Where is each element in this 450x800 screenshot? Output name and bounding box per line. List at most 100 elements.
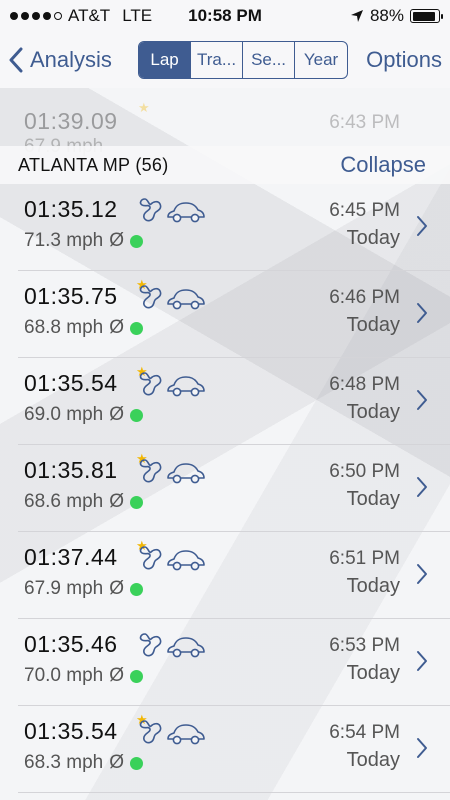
signal-strength-icon <box>10 12 62 20</box>
lap-icons: ★ <box>136 364 211 400</box>
status-time: 10:58 PM <box>188 6 262 25</box>
car-outline-icon <box>167 724 205 745</box>
lap-speed: 67.9 mph <box>24 578 104 599</box>
collapse-button[interactable]: Collapse <box>340 152 426 178</box>
segment-lap[interactable]: Lap <box>139 42 192 78</box>
lap-time: 01:35.75 <box>24 283 118 309</box>
lap-row-5[interactable]: 01:37.44 ★ 67.9 mph Ø 6:51 PM Today <box>18 532 450 619</box>
lap-list: 01:35.12 ★ 71.3 mph Ø 6:45 PM Today 01:3… <box>0 184 450 793</box>
lap-speed-row: 70.0 mph Ø <box>24 665 144 687</box>
back-button[interactable]: Analysis <box>8 47 112 73</box>
average-symbol: Ø <box>109 230 125 251</box>
chevron-right-icon <box>417 738 427 758</box>
status-dot <box>130 582 144 596</box>
status-dot <box>130 756 144 770</box>
lap-icons: ★ <box>136 451 211 487</box>
chevron-right-icon <box>417 303 427 323</box>
segment-session[interactable]: Se... <box>243 42 296 78</box>
lap-date: Today <box>346 488 400 510</box>
battery-icon <box>410 9 443 23</box>
lap-speed: 71.3 mph <box>24 230 104 251</box>
track-outline-icon <box>139 285 162 309</box>
lap-time: 01:35.54 <box>24 718 118 744</box>
segment-year[interactable]: Year <box>295 42 347 78</box>
status-dot <box>130 669 144 683</box>
lap-icons: ★ <box>136 277 211 313</box>
track-outline-icon <box>139 459 162 483</box>
lap-icons: ★ <box>136 192 211 226</box>
lap-speed: 68.3 mph <box>24 752 104 773</box>
car-outline-icon <box>167 289 205 310</box>
lap-time: 01:35.12 <box>24 196 118 222</box>
status-dot <box>130 321 144 335</box>
lap-time: 01:37.44 <box>24 544 118 570</box>
lap-icons: ★ <box>136 712 211 748</box>
average-symbol: Ø <box>109 752 125 773</box>
options-button[interactable]: Options <box>366 47 442 73</box>
status-dot <box>130 408 144 422</box>
car-outline-icon <box>167 550 205 571</box>
car-outline-icon <box>167 202 205 223</box>
car-outline-icon <box>167 637 205 658</box>
lap-speed-row: 69.0 mph Ø <box>24 404 144 426</box>
lap-clock: 6:53 PM <box>329 635 400 656</box>
status-right: 88% <box>350 6 443 26</box>
back-label: Analysis <box>30 47 112 72</box>
lap-speed-row: 71.3 mph Ø <box>24 230 144 252</box>
lap-clock: 6:46 PM <box>329 287 400 308</box>
status-dot <box>130 495 144 509</box>
network-label: LTE <box>122 6 153 25</box>
lap-speed: 70.0 mph <box>24 665 104 686</box>
lap-row-2[interactable]: 01:35.75 ★ 68.8 mph Ø 6:46 PM Today <box>18 271 450 358</box>
track-outline-icon <box>139 720 162 744</box>
status-bar: AT&T LTE 10:58 PM 88% <box>0 0 450 32</box>
chevron-right-icon <box>417 477 427 497</box>
lap-speed-row: 67.9 mph Ø <box>24 578 144 600</box>
lap-speed: 69.0 mph <box>24 404 104 425</box>
average-symbol: Ø <box>109 404 125 425</box>
lap-date: Today <box>346 575 400 597</box>
segment-track[interactable]: Tra... <box>191 42 244 78</box>
car-outline-icon <box>167 463 205 484</box>
location-arrow-icon <box>350 10 363 22</box>
lap-clock: 6:54 PM <box>329 722 400 743</box>
track-outline-icon <box>139 198 162 222</box>
navigation-bar: Analysis Lap Tra... Se... Year Options <box>0 32 450 88</box>
carrier-label: AT&T <box>68 6 111 25</box>
lap-speed-row: 68.6 mph Ø <box>24 491 144 513</box>
lap-icons: ★ <box>136 627 211 661</box>
lap-speed: 68.6 mph <box>24 491 104 512</box>
partial-lap-time: 01:39.09 <box>24 108 118 134</box>
lap-clock: 6:48 PM <box>329 374 400 395</box>
lap-icons: ★ <box>136 538 211 574</box>
section-header: ATLANTA MP (56) Collapse <box>0 146 450 184</box>
lap-row-6[interactable]: 01:35.46 ★ 70.0 mph Ø 6:53 PM Today <box>18 619 450 706</box>
average-symbol: Ø <box>109 317 125 338</box>
battery-fill <box>412 11 435 21</box>
status-left: AT&T LTE <box>10 6 152 26</box>
chevron-right-icon <box>417 651 427 671</box>
lap-date: Today <box>346 662 400 684</box>
average-symbol: Ø <box>109 665 125 686</box>
section-title: ATLANTA MP (56) <box>18 154 169 175</box>
segmented-control: Lap Tra... Se... Year <box>138 41 349 79</box>
status-dot <box>130 234 144 248</box>
average-symbol: Ø <box>109 578 125 599</box>
star-icon: ★ <box>138 100 150 115</box>
lap-row-3[interactable]: 01:35.54 ★ 69.0 mph Ø 6:48 PM Today <box>18 358 450 445</box>
lap-speed-row: 68.3 mph Ø <box>24 752 144 774</box>
battery-percent: 88% <box>369 6 404 25</box>
chevron-right-icon <box>417 216 427 236</box>
lap-row-4[interactable]: 01:35.81 ★ 68.6 mph Ø 6:50 PM Today <box>18 445 450 532</box>
lap-date: Today <box>346 314 400 336</box>
lap-clock: 6:45 PM <box>329 200 400 221</box>
chevron-right-icon <box>417 390 427 410</box>
chevron-right-icon <box>417 564 427 584</box>
lap-row-1[interactable]: 01:35.12 ★ 71.3 mph Ø 6:45 PM Today <box>18 184 450 271</box>
lap-speed: 68.8 mph <box>24 317 104 338</box>
lap-time: 01:35.46 <box>24 631 118 657</box>
lap-row-7[interactable]: 01:35.54 ★ 68.3 mph Ø 6:54 PM Today <box>18 706 450 793</box>
partial-lap-clock: 6:43 PM <box>329 112 400 133</box>
car-outline-icon <box>167 376 205 397</box>
track-outline-icon <box>139 372 162 396</box>
